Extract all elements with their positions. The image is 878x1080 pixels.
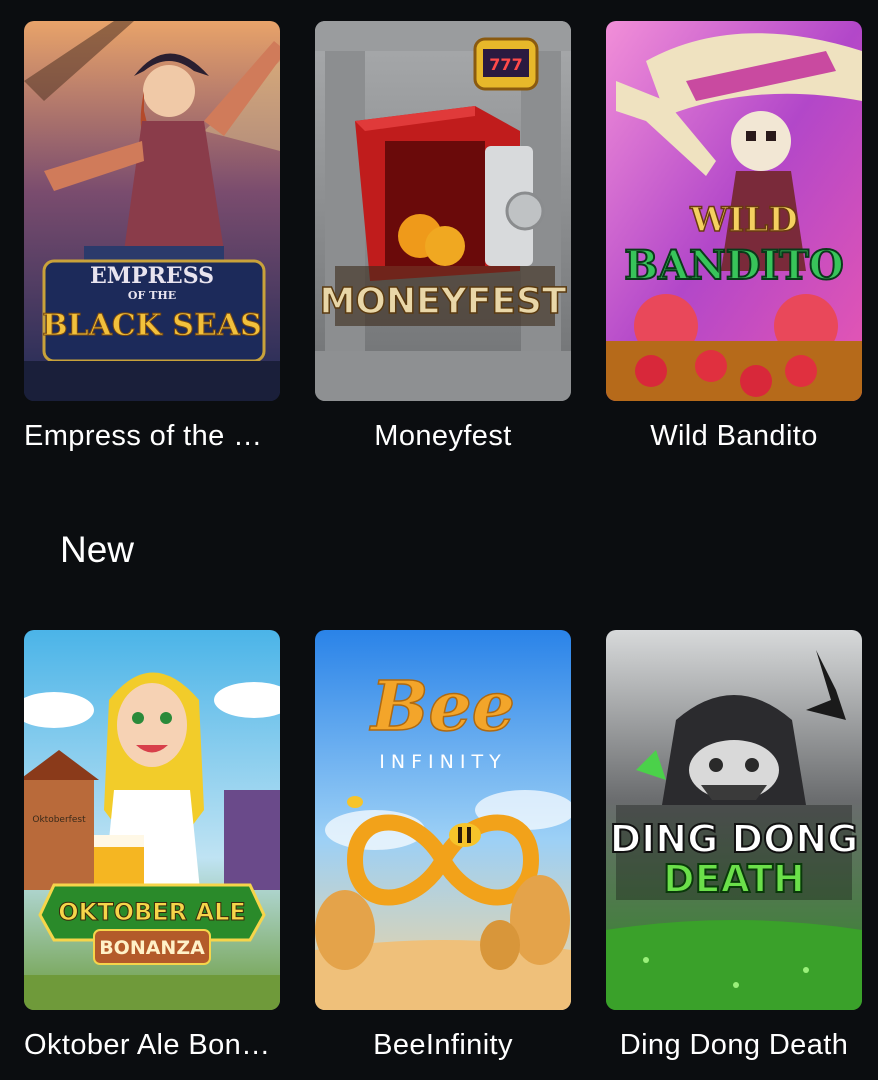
game-thumbnail[interactable]: 777 MONEYFEST	[315, 21, 571, 401]
game-card-empress[interactable]: EMPRESS OF THE BLACK SEAS Empress of the…	[24, 21, 280, 453]
game-title: BeeInfinity	[373, 1029, 513, 1061]
art-text: OKTOBER ALE	[58, 898, 246, 926]
game-thumbnail[interactable]: Oktoberfest OKTOBER ALE BONANZA	[24, 630, 280, 1010]
art-text: BLACK SEAS	[42, 308, 262, 343]
game-art-oktober-ale: Oktoberfest OKTOBER ALE BONANZA	[24, 630, 280, 1010]
art-text: DING DONG	[610, 817, 859, 861]
game-art-moneyfest: 777 MONEYFEST	[315, 21, 571, 401]
game-row-new: Oktoberfest OKTOBER ALE BONANZA Oktober …	[24, 630, 862, 1062]
game-card-wild-bandito[interactable]: WILD BANDITO Wild Bandito	[606, 21, 862, 453]
art-text: OF THE	[128, 289, 176, 302]
game-card-oktober-ale[interactable]: Oktoberfest OKTOBER ALE BONANZA Oktober …	[24, 630, 280, 1062]
game-title: Empress of the …	[24, 420, 263, 452]
art-text: Oktoberfest	[32, 815, 86, 825]
game-art-wild-bandito: WILD BANDITO	[606, 21, 862, 401]
art-text: DEATH	[663, 857, 805, 901]
art-text: EMPRESS	[90, 263, 214, 289]
game-card-ding-dong-death[interactable]: DING DONG DEATH Ding Dong Death	[606, 630, 862, 1062]
game-thumbnail[interactable]: DING DONG DEATH	[606, 630, 862, 1010]
game-thumbnail[interactable]: WILD BANDITO	[606, 21, 862, 401]
game-thumbnail[interactable]: EMPRESS OF THE BLACK SEAS	[24, 21, 280, 401]
art-text: WILD	[689, 200, 797, 240]
art-text: BONANZA	[99, 937, 205, 959]
game-card-bee-infinity[interactable]: Bee INFINITY BeeInfinity	[315, 630, 571, 1062]
game-title: Ding Dong Death	[619, 1029, 849, 1061]
art-text: Bee	[369, 667, 515, 747]
section-title-new: New	[60, 529, 135, 570]
game-thumbnail[interactable]: Bee INFINITY	[315, 630, 571, 1010]
game-title: Oktober Ale Bon…	[24, 1029, 271, 1061]
game-card-moneyfest[interactable]: 777 MONEYFEST Moneyfest	[315, 21, 571, 453]
game-title: Moneyfest	[374, 420, 512, 452]
game-title: Wild Bandito	[650, 420, 818, 452]
art-text: 777	[489, 55, 522, 74]
game-art-bee-infinity: Bee INFINITY	[315, 630, 571, 1010]
art-text: MONEYFEST	[320, 281, 567, 322]
game-art-empress: EMPRESS OF THE BLACK SEAS	[24, 21, 280, 401]
art-text: INFINITY	[379, 751, 506, 773]
game-art-ding-dong-death: DING DONG DEATH	[606, 630, 862, 1010]
art-text: BANDITO	[624, 242, 843, 289]
game-row-featured: EMPRESS OF THE BLACK SEAS Empress of the…	[24, 21, 862, 453]
